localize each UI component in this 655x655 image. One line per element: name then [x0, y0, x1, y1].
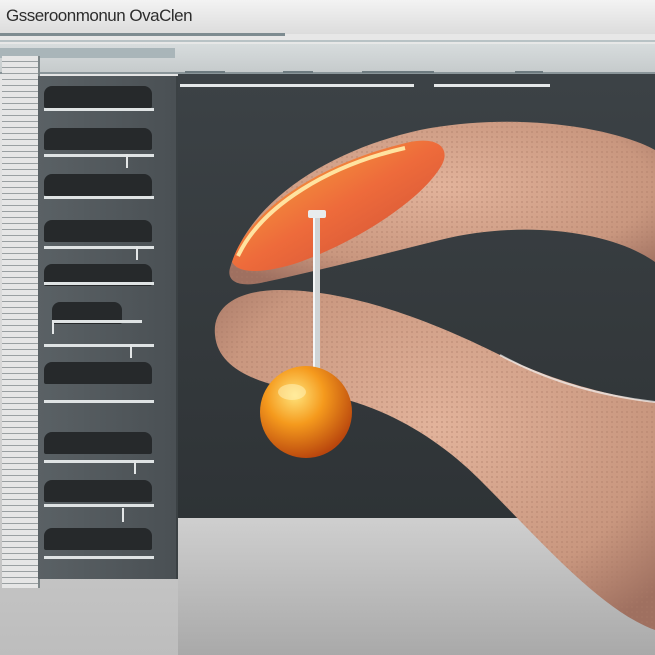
- finger-illustration: [214, 121, 655, 630]
- orange-ball-icon: [260, 366, 352, 458]
